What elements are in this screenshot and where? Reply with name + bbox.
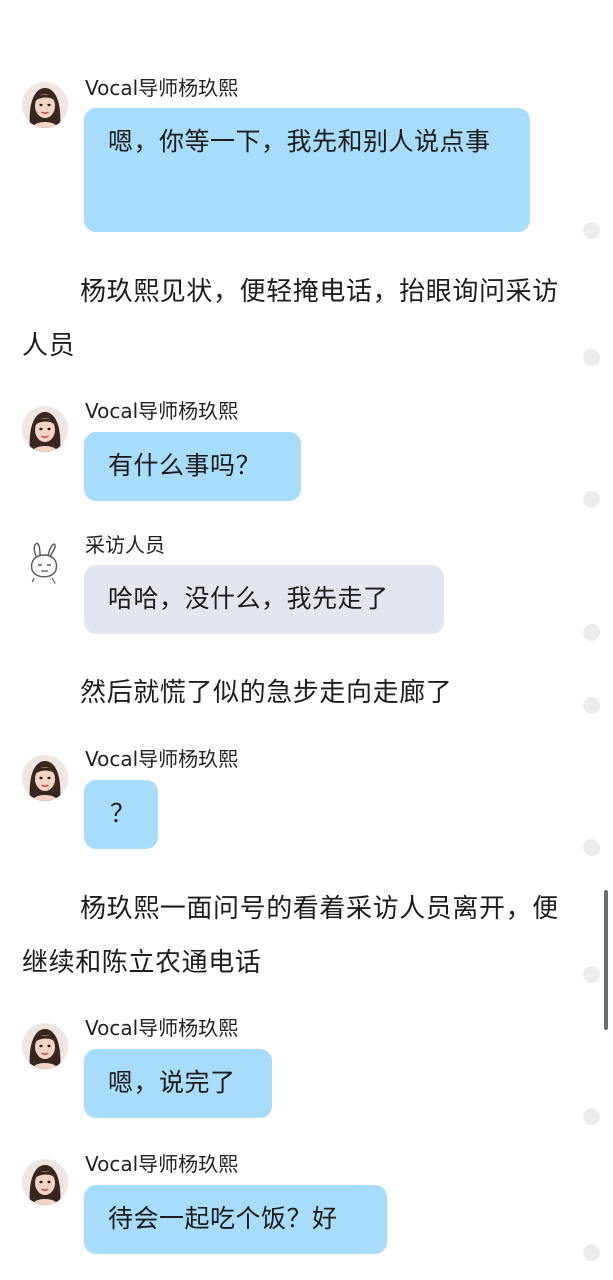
avatar-woman-icon (22, 82, 68, 128)
dot-icon[interactable] (583, 1108, 600, 1125)
dot-icon[interactable] (583, 491, 600, 508)
speaker-name: 采访人员 (85, 533, 165, 557)
dot-icon[interactable] (583, 624, 600, 641)
avatar-teacher[interactable] (22, 755, 68, 801)
rabbit-doodle-avatar-icon (22, 540, 68, 586)
dot-icon[interactable] (583, 222, 600, 239)
speaker-name: Vocal导师杨玖熙 (85, 399, 239, 423)
avatar-interviewer[interactable] (22, 540, 68, 586)
message-bubble[interactable]: ？ (84, 780, 158, 849)
avatar-teacher[interactable] (22, 406, 68, 452)
message-bubble[interactable]: 嗯，你等一下，我先和别人说点事 (84, 108, 530, 232)
avatar-woman-icon (22, 406, 68, 452)
speaker-name: Vocal导师杨玖熙 (85, 747, 239, 771)
dot-icon[interactable] (583, 1244, 600, 1261)
scrollbar-thumb[interactable] (604, 890, 608, 1030)
dot-icon[interactable] (583, 966, 600, 983)
message-bubble[interactable]: 待会一起吃个饭？好 (84, 1185, 387, 1254)
avatar-woman-icon (22, 1023, 68, 1069)
speaker-name: Vocal导师杨玖熙 (85, 1152, 239, 1176)
speaker-name: Vocal导师杨玖熙 (85, 1016, 239, 1040)
narration-text: 杨玖熙见状，便轻掩电话，抬眼询问采访人员 (22, 277, 559, 361)
avatar-teacher[interactable] (22, 82, 68, 128)
avatar-woman-icon (22, 1159, 68, 1205)
avatar-teacher[interactable] (22, 1023, 68, 1069)
avatar-woman-icon (22, 755, 68, 801)
avatar-teacher[interactable] (22, 1159, 68, 1205)
speaker-name: Vocal导师杨玖熙 (85, 76, 239, 100)
narration-text: 然后就慌了似的急步走向走廊了 (80, 678, 453, 708)
message-bubble[interactable]: 有什么事吗？ (84, 432, 301, 501)
dot-icon[interactable] (583, 697, 600, 714)
dot-icon[interactable] (583, 349, 600, 366)
narration-text: 杨玖熙一面问号的看着采访人员离开，便继续和陈立农通电话 (22, 894, 559, 978)
message-bubble[interactable]: 哈哈，没什么，我先走了 (84, 565, 444, 634)
dot-icon[interactable] (583, 839, 600, 856)
message-bubble[interactable]: 嗯，说完了 (84, 1049, 272, 1118)
